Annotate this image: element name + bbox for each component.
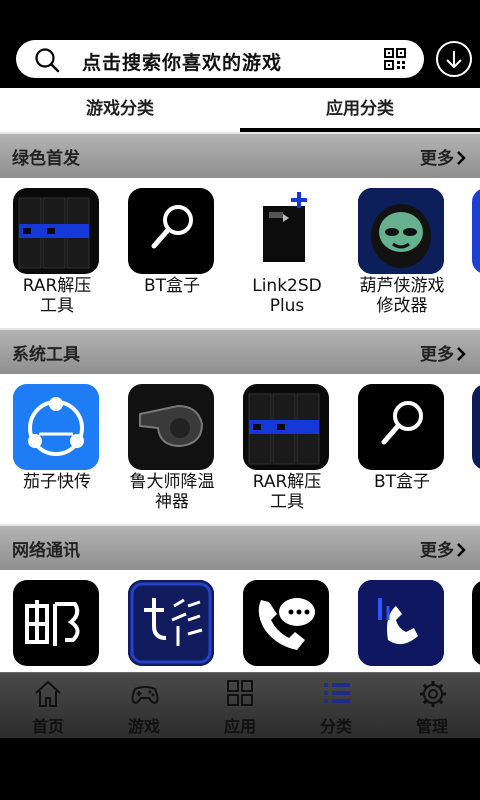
section-header-green-release: 绿色首发 更多: [0, 132, 480, 178]
app-name: RAR解压 工具: [230, 472, 344, 512]
app-name: BT盒子: [345, 472, 459, 492]
nav-label: 管理: [415, 717, 448, 736]
app-name: 鲁大师降温 神器: [115, 472, 229, 512]
nav-label: 游戏: [127, 717, 160, 736]
search-icon: [35, 48, 60, 73]
app-item-partial[interactable]: [460, 570, 480, 672]
category-tabs: 游戏分类 应用分类: [0, 88, 480, 132]
section-apps-system-tools: 茄子快传 鲁大师降温 神器 RAR解压 工具 BT盒子: [0, 374, 480, 524]
app-item[interactable]: BT盒子: [345, 374, 459, 524]
partial-app-icon: [472, 580, 480, 666]
qr-code-icon[interactable]: [384, 48, 406, 70]
download-icon: [446, 51, 462, 69]
app-name-line1: RAR解压: [252, 472, 322, 492]
partial-app-icon: [472, 188, 480, 274]
app-item[interactable]: RAR解压 工具: [0, 178, 114, 328]
nav-item-manage[interactable]: 管理: [384, 673, 480, 739]
more-label: 更多: [420, 345, 454, 365]
app-item-partial[interactable]: [460, 374, 480, 524]
section-header-system-tools: 系统工具 更多: [0, 328, 480, 374]
qicai-icon: [128, 580, 214, 666]
nav-label: 应用: [223, 717, 256, 736]
home-icon: [35, 680, 61, 707]
app-item[interactable]: 鲁大师降温 神器: [115, 374, 229, 524]
nav-label: 分类: [319, 717, 352, 736]
app-name-line2: 工具: [40, 296, 74, 316]
app-name-line2: 修改器: [376, 296, 428, 316]
app-name: 葫芦侠游戏 修改器: [345, 276, 459, 316]
magnifier-icon: [128, 188, 214, 274]
section-apps-network: [0, 570, 480, 672]
app-item[interactable]: [115, 570, 229, 672]
app-item[interactable]: [0, 570, 114, 672]
gamepad-icon: [131, 686, 159, 705]
chevron-right-icon: [457, 151, 466, 165]
app-item-partial[interactable]: [460, 178, 480, 328]
partial-app-icon: [472, 384, 480, 470]
bottom-nav: 首页 游戏 应用 分类 管理: [0, 672, 480, 738]
rar-books-icon: [243, 384, 329, 470]
nav-item-categories[interactable]: 分类: [288, 673, 384, 739]
section-title: 系统工具: [12, 345, 80, 365]
nav-item-apps[interactable]: 应用: [192, 673, 288, 739]
app-item[interactable]: BT盒子: [115, 178, 229, 328]
alien-icon: [358, 188, 444, 274]
share-icon: [13, 384, 99, 470]
search-input[interactable]: 点击搜索你喜欢的游戏: [16, 40, 424, 78]
app-name-line1: BT盒子: [373, 472, 431, 492]
app-name: 茄子快传: [0, 472, 114, 492]
phone-chat-icon: [243, 580, 329, 666]
gear-icon: [420, 681, 446, 707]
magnifier-icon: [358, 384, 444, 470]
nav-label: 首页: [31, 717, 64, 736]
app-name: BT盒子: [115, 276, 229, 296]
section-title: 网络通讯: [12, 541, 80, 561]
tab-game-categories[interactable]: 游戏分类: [0, 88, 240, 132]
grid-icon: [227, 680, 253, 706]
more-label: 更多: [420, 541, 454, 561]
app-name-line1: BT盒子: [143, 276, 201, 296]
app-name-line2: 工具: [270, 492, 304, 512]
search-placeholder: 点击搜索你喜欢的游戏: [82, 52, 283, 74]
app-item[interactable]: [345, 570, 459, 672]
download-button[interactable]: [436, 41, 472, 77]
phone-call-icon: [358, 580, 444, 666]
more-link[interactable]: 更多: [420, 536, 466, 561]
search-header: 点击搜索你喜欢的游戏: [0, 30, 480, 88]
link2sd-icon: [243, 188, 329, 274]
app-name-line1: 鲁大师降温: [129, 472, 215, 492]
app-item[interactable]: RAR解压 工具: [230, 374, 344, 524]
section-header-network: 网络通讯 更多: [0, 524, 480, 570]
app-item[interactable]: 葫芦侠游戏 修改器: [345, 178, 459, 328]
more-label: 更多: [420, 149, 454, 169]
app-item[interactable]: Link2SD Plus: [230, 178, 344, 328]
app-name-line1: Link2SD: [252, 276, 322, 296]
app-name-line1: 葫芦侠游戏: [359, 276, 445, 296]
app-name: Link2SD Plus: [230, 276, 344, 316]
chevron-right-icon: [457, 543, 466, 557]
mail-character-icon: [13, 580, 99, 666]
nav-item-home[interactable]: 首页: [0, 673, 96, 739]
bottom-spacer: [0, 738, 480, 800]
app-name: RAR解压 工具: [0, 276, 114, 316]
app-item[interactable]: 茄子快传: [0, 374, 114, 524]
section-apps-green-release: RAR解压 工具 BT盒子 Link2SD Plus 葫芦侠游戏 修改器: [0, 178, 480, 328]
chevron-right-icon: [457, 347, 466, 361]
app-name-line1: RAR解压: [22, 276, 92, 296]
app-name-line2: 神器: [155, 492, 189, 512]
section-title: 绿色首发: [12, 149, 80, 169]
more-link[interactable]: 更多: [420, 340, 466, 365]
rar-books-icon: [13, 188, 99, 274]
more-link[interactable]: 更多: [420, 144, 466, 169]
app-name-line2: Plus: [269, 296, 305, 316]
status-bar: [0, 0, 480, 30]
list-icon: [324, 683, 350, 703]
app-screen: 点击搜索你喜欢的游戏 游戏分类 应用分类 绿色首发 更多 RAR解压 工具 BT…: [0, 0, 480, 800]
whistle-icon: [128, 384, 214, 470]
app-name-line1: 茄子快传: [23, 472, 91, 492]
app-item[interactable]: [230, 570, 344, 672]
tab-app-categories[interactable]: 应用分类: [240, 88, 480, 132]
nav-item-games[interactable]: 游戏: [96, 673, 192, 739]
